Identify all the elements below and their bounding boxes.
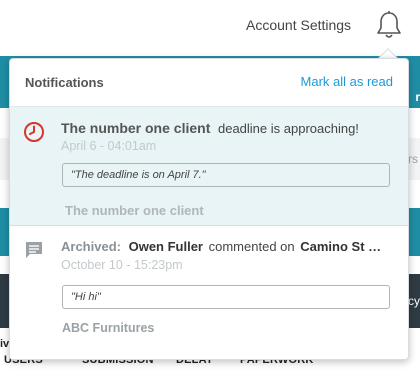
footer-peek-text: iv bbox=[0, 338, 10, 350]
notification-text: The number one client deadline is approa… bbox=[61, 120, 359, 136]
notification-quote: "Hi hi" bbox=[62, 285, 390, 309]
notification-client[interactable]: ABC Furnitures bbox=[62, 321, 154, 335]
notification-item[interactable]: Archived: Owen Fuller commented on Camin… bbox=[10, 226, 408, 359]
strip-peek-text: r bbox=[415, 90, 420, 104]
notification-verb: commented on bbox=[208, 239, 295, 254]
notification-client[interactable]: The number one client bbox=[65, 203, 204, 218]
notification-text: Archived: Owen Fuller commented on Camin… bbox=[61, 239, 381, 254]
notification-item[interactable]: The number one client deadline is approa… bbox=[10, 107, 408, 226]
popover-header: Notifications Mark all as read bbox=[10, 59, 408, 107]
notifications-popover: Notifications Mark all as read The numbe… bbox=[9, 58, 409, 360]
chat-icon bbox=[26, 242, 42, 258]
notification-actor[interactable]: Owen Fuller bbox=[129, 239, 203, 254]
notification-time: October 10 - 15:23pm bbox=[61, 258, 183, 272]
popover-title: Notifications bbox=[25, 75, 104, 90]
mark-all-read-link[interactable]: Mark all as read bbox=[301, 74, 393, 89]
notification-actor[interactable]: The number one client bbox=[61, 120, 210, 136]
notification-time: April 6 - 04:01am bbox=[61, 139, 157, 153]
archived-prefix: Archived: bbox=[61, 239, 121, 254]
notification-quote: "The deadline is on April 7." bbox=[62, 163, 390, 187]
notification-message: deadline is approaching! bbox=[217, 121, 359, 136]
top-bar: Account Settings bbox=[0, 0, 420, 52]
notification-target[interactable]: Camino St … bbox=[300, 239, 381, 254]
strip-peek-text: cy bbox=[408, 294, 420, 308]
bell-icon[interactable] bbox=[375, 10, 403, 40]
account-settings-link[interactable]: Account Settings bbox=[246, 17, 351, 33]
clock-icon bbox=[24, 122, 44, 142]
